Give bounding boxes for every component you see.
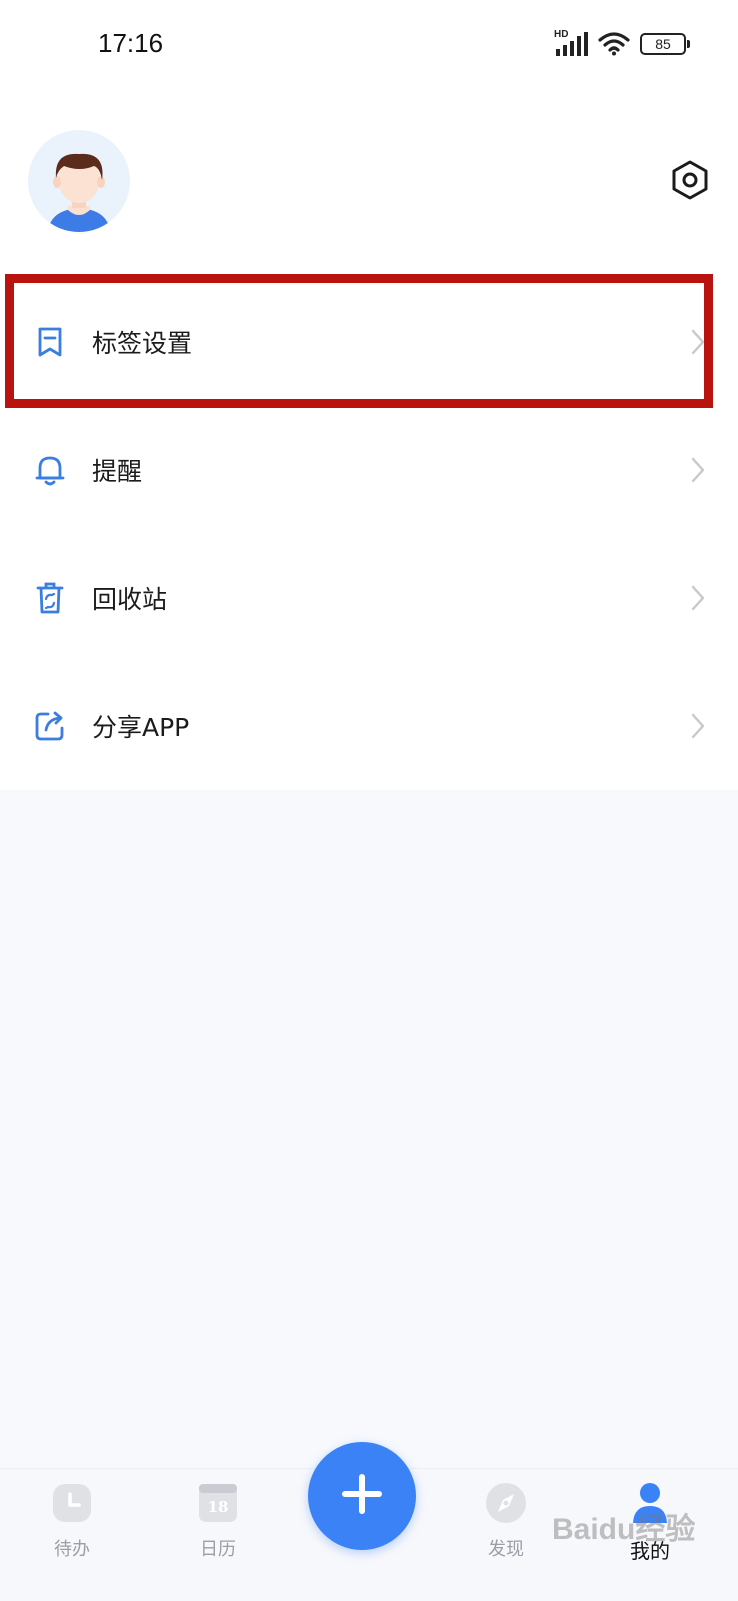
- clock-icon: [50, 1481, 94, 1525]
- watermark: Baidu经验: [552, 1513, 696, 1546]
- menu-item-share-app[interactable]: 分享APP: [0, 662, 738, 790]
- nav-item-calendar[interactable]: 18 日历: [168, 1481, 268, 1561]
- menu-item-label: 分享APP: [92, 713, 190, 742]
- share-icon: [32, 708, 68, 744]
- avatar[interactable]: [28, 130, 130, 232]
- wifi-icon: [598, 32, 630, 56]
- status-icons: HD 85: [554, 28, 690, 60]
- settings-button[interactable]: [668, 160, 712, 204]
- gear-icon: [671, 160, 709, 204]
- plus-icon: [340, 1472, 384, 1520]
- nav-label: 发现: [488, 1539, 524, 1560]
- battery-icon: 85: [640, 33, 690, 55]
- content-background: [0, 790, 738, 1468]
- calendar-day: 18: [207, 1498, 229, 1516]
- status-time: 17:16: [98, 28, 164, 58]
- calendar-icon: 18: [196, 1481, 240, 1525]
- add-button[interactable]: [308, 1442, 416, 1550]
- nav-item-todo[interactable]: 待办: [22, 1481, 122, 1561]
- compass-icon: [484, 1481, 528, 1525]
- menu-item-recycle-bin[interactable]: 回收站: [0, 534, 738, 662]
- status-bar: 17:16 HD 85: [0, 0, 738, 90]
- chevron-right-icon: [688, 711, 708, 741]
- menu-item-label: 回收站: [92, 585, 168, 614]
- recycle-bin-icon: [32, 580, 68, 616]
- signal-icon: HD: [554, 29, 588, 57]
- chevron-right-icon: [688, 455, 708, 485]
- nav-label: 待办: [54, 1539, 90, 1560]
- highlight-annotation-box: [5, 274, 713, 408]
- nav-label: 日历: [200, 1539, 236, 1560]
- menu-item-label: 提醒: [92, 457, 143, 486]
- nav-item-discover[interactable]: 发现: [456, 1481, 556, 1561]
- menu-item-reminder[interactable]: 提醒: [0, 406, 738, 534]
- chevron-right-icon: [688, 583, 708, 613]
- bell-icon: [32, 452, 68, 488]
